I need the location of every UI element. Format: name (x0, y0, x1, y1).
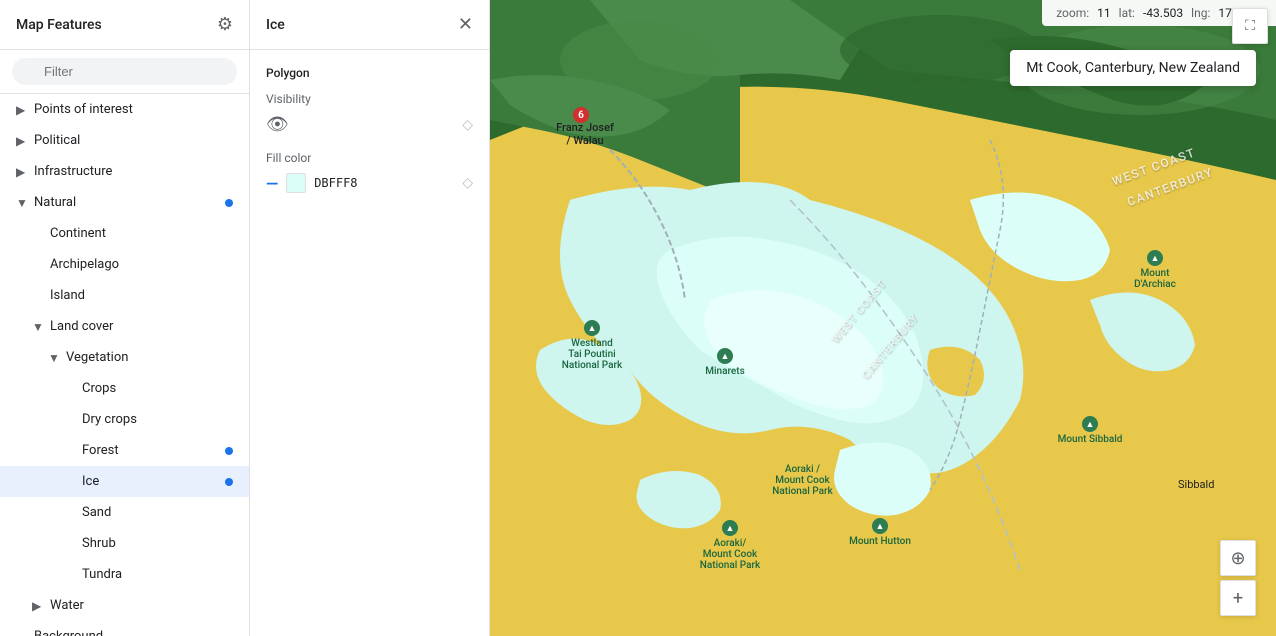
sidebar-item-natural[interactable]: ▼ Natural (0, 187, 249, 218)
location-name: Mt Cook, Canterbury, New Zealand (1026, 60, 1240, 76)
sidebar-item-label: Ice (82, 474, 99, 489)
lng-label: lng: (1191, 6, 1210, 20)
filter-bar: ☰ (0, 50, 249, 94)
sidebar-item-water[interactable]: ▶ Water (0, 590, 249, 621)
chevron-icon: ▼ (16, 196, 28, 210)
fill-color-row: — DBFFF8 ◇ (266, 173, 473, 193)
eye-icon[interactable]: 👁 (266, 114, 289, 135)
active-dot (225, 199, 233, 207)
sidebar-item-label: Sand (82, 505, 111, 520)
active-dot (225, 447, 233, 455)
filter-input[interactable] (12, 58, 237, 85)
lat-label: lat: (1119, 6, 1135, 20)
sidebar-item-label: Archipelago (50, 257, 119, 272)
zoom-label: zoom: (1056, 6, 1089, 20)
visibility-label: Visibility (266, 92, 473, 106)
sidebar-item-label: Vegetation (66, 350, 128, 365)
sidebar: Map Features ⚙ ☰ ▶ Points of interest ▶ Pol… (0, 0, 250, 636)
active-dot (225, 478, 233, 486)
sidebar-item-label: Continent (50, 226, 106, 241)
sidebar-item-archipelago[interactable]: Archipelago (0, 249, 249, 280)
sidebar-item-label: Forest (82, 443, 119, 458)
map-controls: ⊕ + (1220, 540, 1256, 616)
color-swatch[interactable] (286, 173, 306, 193)
sidebar-item-continent[interactable]: Continent (0, 218, 249, 249)
chevron-icon: ▶ (32, 599, 44, 613)
sidebar-item-label: Water (50, 598, 84, 613)
detail-header: Ice ✕ (250, 0, 489, 50)
fill-color-label: Fill color (266, 151, 473, 165)
sidebar-item-crops[interactable]: Crops (0, 373, 249, 404)
location-tooltip: Mt Cook, Canterbury, New Zealand (1010, 50, 1256, 86)
zoom-in-button[interactable]: + (1220, 580, 1256, 616)
sidebar-item-label: Natural (34, 195, 76, 210)
sidebar-item-vegetation[interactable]: ▼ Vegetation (0, 342, 249, 373)
zoom-value: 11 (1097, 6, 1111, 20)
sidebar-item-label: Tundra (82, 567, 122, 582)
close-icon[interactable]: ✕ (458, 14, 473, 35)
sidebar-item-points-of-interest[interactable]: ▶ Points of interest (0, 94, 249, 125)
chevron-icon: ▶ (16, 165, 28, 179)
sidebar-item-political[interactable]: ▶ Political (0, 125, 249, 156)
sidebar-item-infrastructure[interactable]: ▶ Infrastructure (0, 156, 249, 187)
detail-body: Polygon Visibility 👁 ◇ Fill color — DBFF… (250, 50, 489, 217)
chevron-icon: ▼ (48, 351, 60, 365)
sidebar-item-ice[interactable]: Ice (0, 466, 249, 497)
sidebar-item-label: Political (34, 133, 80, 148)
minus-icon[interactable]: — (266, 174, 278, 193)
fill-color-value: — DBFFF8 (266, 173, 358, 193)
sidebar-item-label: Infrastructure (34, 164, 112, 179)
sidebar-item-label: Background (34, 629, 103, 636)
settings-icon[interactable]: ⚙ (217, 14, 233, 35)
sidebar-item-label: Crops (82, 381, 116, 396)
color-hex: DBFFF8 (314, 176, 357, 190)
sidebar-item-label: Dry crops (82, 412, 137, 427)
sidebar-item-background[interactable]: Background (0, 621, 249, 636)
franz-josef-badge: 6 (573, 107, 589, 123)
map-area[interactable]: zoom: 11 lat: -43.503 lng: 170.306 Mt Co… (490, 0, 1276, 636)
sidebar-item-dry-crops[interactable]: Dry crops (0, 404, 249, 435)
sidebar-item-island[interactable]: Island (0, 280, 249, 311)
chevron-icon: ▶ (16, 103, 28, 117)
chevron-icon: ▶ (16, 134, 28, 148)
sidebar-list: ▶ Points of interest ▶ Political ▶ Infrastruc… (0, 94, 249, 636)
sidebar-item-label: Points of interest (34, 102, 133, 117)
sidebar-item-label: Land cover (50, 319, 113, 334)
sidebar-header: Map Features ⚙ (0, 0, 249, 50)
map-svg (490, 0, 1276, 636)
detail-title: Ice (266, 17, 285, 33)
lat-value: -43.503 (1143, 6, 1183, 20)
chevron-icon: ▼ (32, 320, 44, 334)
sidebar-item-label: Island (50, 288, 85, 303)
sidebar-item-forest[interactable]: Forest (0, 435, 249, 466)
sidebar-item-land-cover[interactable]: ▼ Land cover (0, 311, 249, 342)
fill-diamond-icon[interactable]: ◇ (462, 175, 473, 191)
location-button[interactable]: ⊕ (1220, 540, 1256, 576)
visibility-diamond-icon[interactable]: ◇ (462, 117, 473, 133)
detail-panel: Ice ✕ Polygon Visibility 👁 ◇ Fill color … (250, 0, 490, 636)
fullscreen-button[interactable]: ⛶ (1232, 8, 1268, 44)
sidebar-item-sand[interactable]: Sand (0, 497, 249, 528)
polygon-label: Polygon (266, 66, 473, 80)
sidebar-item-tundra[interactable]: Tundra (0, 559, 249, 590)
sidebar-item-label: Shrub (82, 536, 116, 551)
sidebar-title: Map Features (16, 17, 102, 33)
visibility-row: 👁 ◇ (266, 114, 473, 135)
sidebar-item-shrub[interactable]: Shrub (0, 528, 249, 559)
